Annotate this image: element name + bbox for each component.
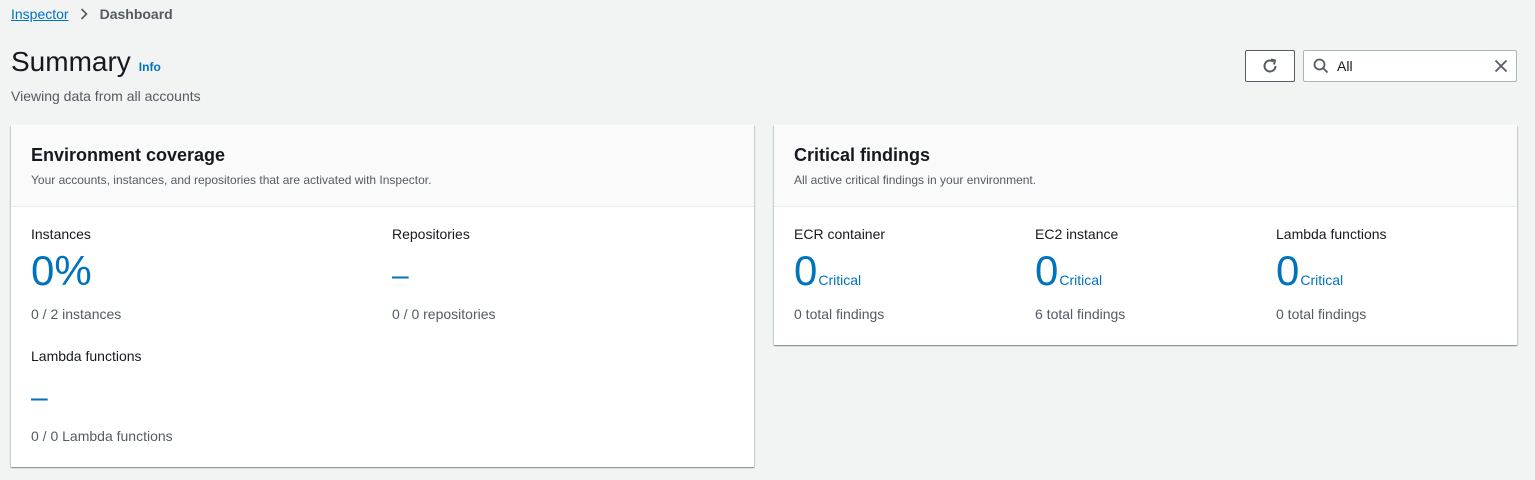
coverage-repositories: Repositories – 0 / 0 repositories [392, 226, 496, 322]
close-icon[interactable] [1494, 59, 1508, 73]
card-description: All active critical findings in your env… [794, 173, 1037, 187]
card-description: Your accounts, instances, and repositori… [31, 173, 432, 187]
page-subtitle: Viewing data from all accounts [11, 88, 201, 104]
metric-label: Instances [31, 226, 91, 242]
metric-sub: 0 / 0 repositories [392, 306, 496, 322]
metric-sub: 0 / 0 Lambda functions [31, 428, 173, 444]
breadcrumb: Inspector Dashboard [11, 6, 173, 22]
refresh-icon [1261, 57, 1279, 75]
critical-count: 0 [794, 247, 818, 294]
card-title: Environment coverage [31, 145, 226, 165]
breadcrumb-current: Dashboard [99, 6, 173, 22]
card-header: Critical findings All active critical fi… [774, 125, 1517, 207]
metric-label: EC2 instance [1035, 226, 1119, 242]
metric-label: Lambda functions [31, 348, 142, 364]
critical-ec2-instance: EC2 instance 0 Critical 6 total findings [1035, 226, 1125, 322]
instances-coverage-value[interactable]: 0% [31, 250, 121, 292]
breadcrumb-inspector-link[interactable]: Inspector [11, 6, 69, 22]
metric-sub: 6 total findings [1035, 306, 1126, 322]
severity-label: Critical [1300, 272, 1344, 288]
card-title: Critical findings [794, 145, 931, 165]
metric-label: Repositories [392, 226, 470, 242]
critical-ecr-container: ECR container 0 Critical 0 total finding… [794, 226, 885, 322]
critical-count-link[interactable]: 0 Critical [1276, 250, 1387, 292]
critical-count-link[interactable]: 0 Critical [794, 250, 885, 292]
metric-sub: 0 total findings [794, 306, 885, 322]
environment-coverage-card: Environment coverage Your accounts, inst… [11, 125, 754, 467]
critical-findings-card: Critical findings All active critical fi… [774, 125, 1517, 345]
info-link[interactable]: Info [139, 60, 161, 74]
metric-label: Lambda functions [1276, 226, 1387, 242]
lambda-coverage-value: – [31, 381, 48, 414]
refresh-button[interactable] [1245, 50, 1295, 82]
critical-count: 0 [1035, 247, 1059, 294]
critical-count: 0 [1276, 247, 1300, 294]
card-header: Environment coverage Your accounts, inst… [11, 125, 754, 207]
metric-sub: 0 total findings [1276, 306, 1367, 322]
severity-label: Critical [818, 272, 862, 288]
chevron-right-icon [80, 8, 88, 20]
coverage-instances: Instances 0% 0 / 2 instances [31, 226, 121, 322]
metric-label: ECR container [794, 226, 886, 242]
search-icon [1313, 58, 1329, 74]
metric-sub: 0 / 2 instances [31, 306, 122, 322]
page-title: Summary [11, 46, 131, 77]
critical-lambda-functions: Lambda functions 0 Critical 0 total find… [1276, 226, 1387, 322]
account-filter-input[interactable] [1337, 58, 1494, 74]
account-filter [1303, 50, 1517, 82]
page-header: Summary Info Viewing data from all accou… [11, 46, 201, 104]
repositories-coverage-value: – [392, 259, 409, 292]
coverage-lambda: Lambda functions – 0 / 0 Lambda function… [31, 348, 173, 444]
critical-count-link[interactable]: 0 Critical [1035, 250, 1125, 292]
severity-label: Critical [1059, 272, 1103, 288]
